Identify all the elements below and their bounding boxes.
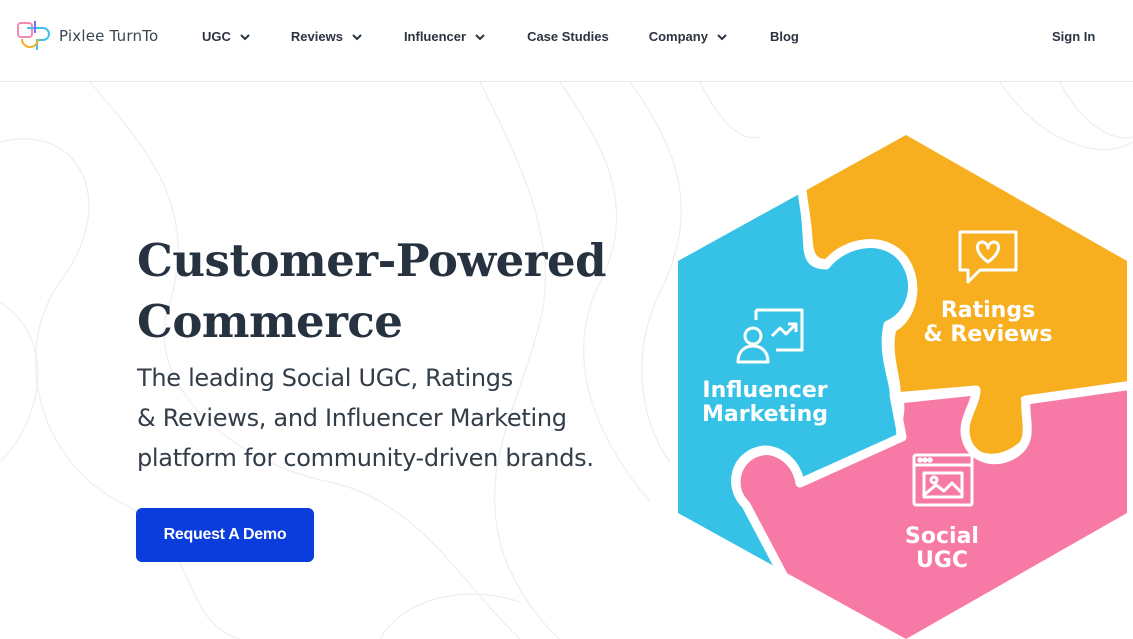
main-nav: UGC Reviews Influencer Case Studies Comp… [202,29,799,44]
chevron-down-icon [352,33,362,40]
nav-label: UGC [202,29,231,44]
site-header: Pixlee TurnTo UGC Reviews Influencer Cas… [0,0,1133,82]
chevron-down-icon [717,33,727,40]
nav-item-ugc[interactable]: UGC [202,29,251,44]
pixlee-logo-icon [17,21,50,50]
puzzle-label-social: Social [905,524,979,549]
brand-logo[interactable]: Pixlee TurnTo [17,19,158,53]
sign-in-link[interactable]: Sign In [1052,29,1095,44]
nav-label: Company [648,29,708,44]
chevron-down-icon [240,33,250,40]
nav-label: Influencer [403,29,467,44]
nav-item-case-studies[interactable]: Case Studies [527,29,609,44]
puzzle-hexagon-graphic: Ratings & Reviews Influencer Marketing S… [678,135,1127,639]
nav-label: Blog [769,29,799,44]
puzzle-label-ratings: Ratings [941,298,1035,323]
nav-label: Reviews [290,29,343,44]
puzzle-label-marketing: Marketing [702,402,828,427]
nav-item-company[interactable]: Company [649,29,728,44]
hero-title-line2: Commerce [137,295,403,348]
chevron-down-icon [475,33,485,40]
nav-item-blog[interactable]: Blog [770,29,799,44]
brand-name: Pixlee TurnTo [59,27,159,45]
puzzle-label-influencer: Influencer [702,378,827,403]
hero-subtitle: The leading Social UGC, Ratings & Review… [137,358,617,478]
hero-title: Customer-Powered Commerce [137,230,607,352]
request-demo-button[interactable]: Request A Demo [136,508,314,562]
hero-subtitle-line3: platform for community-driven brands. [137,444,594,472]
hero-subtitle-line2: & Reviews, and Influencer Marketing [137,404,567,432]
hero-subtitle-line1: The leading Social UGC, Ratings [137,364,513,392]
nav-label: Case Studies [527,29,609,44]
nav-item-reviews[interactable]: Reviews [291,29,363,44]
puzzle-label-ugc: UGC [916,548,968,573]
puzzle-label-reviews: & Reviews [924,322,1053,347]
hero-title-line1: Customer-Powered [137,234,607,287]
nav-item-influencer[interactable]: Influencer [404,29,486,44]
